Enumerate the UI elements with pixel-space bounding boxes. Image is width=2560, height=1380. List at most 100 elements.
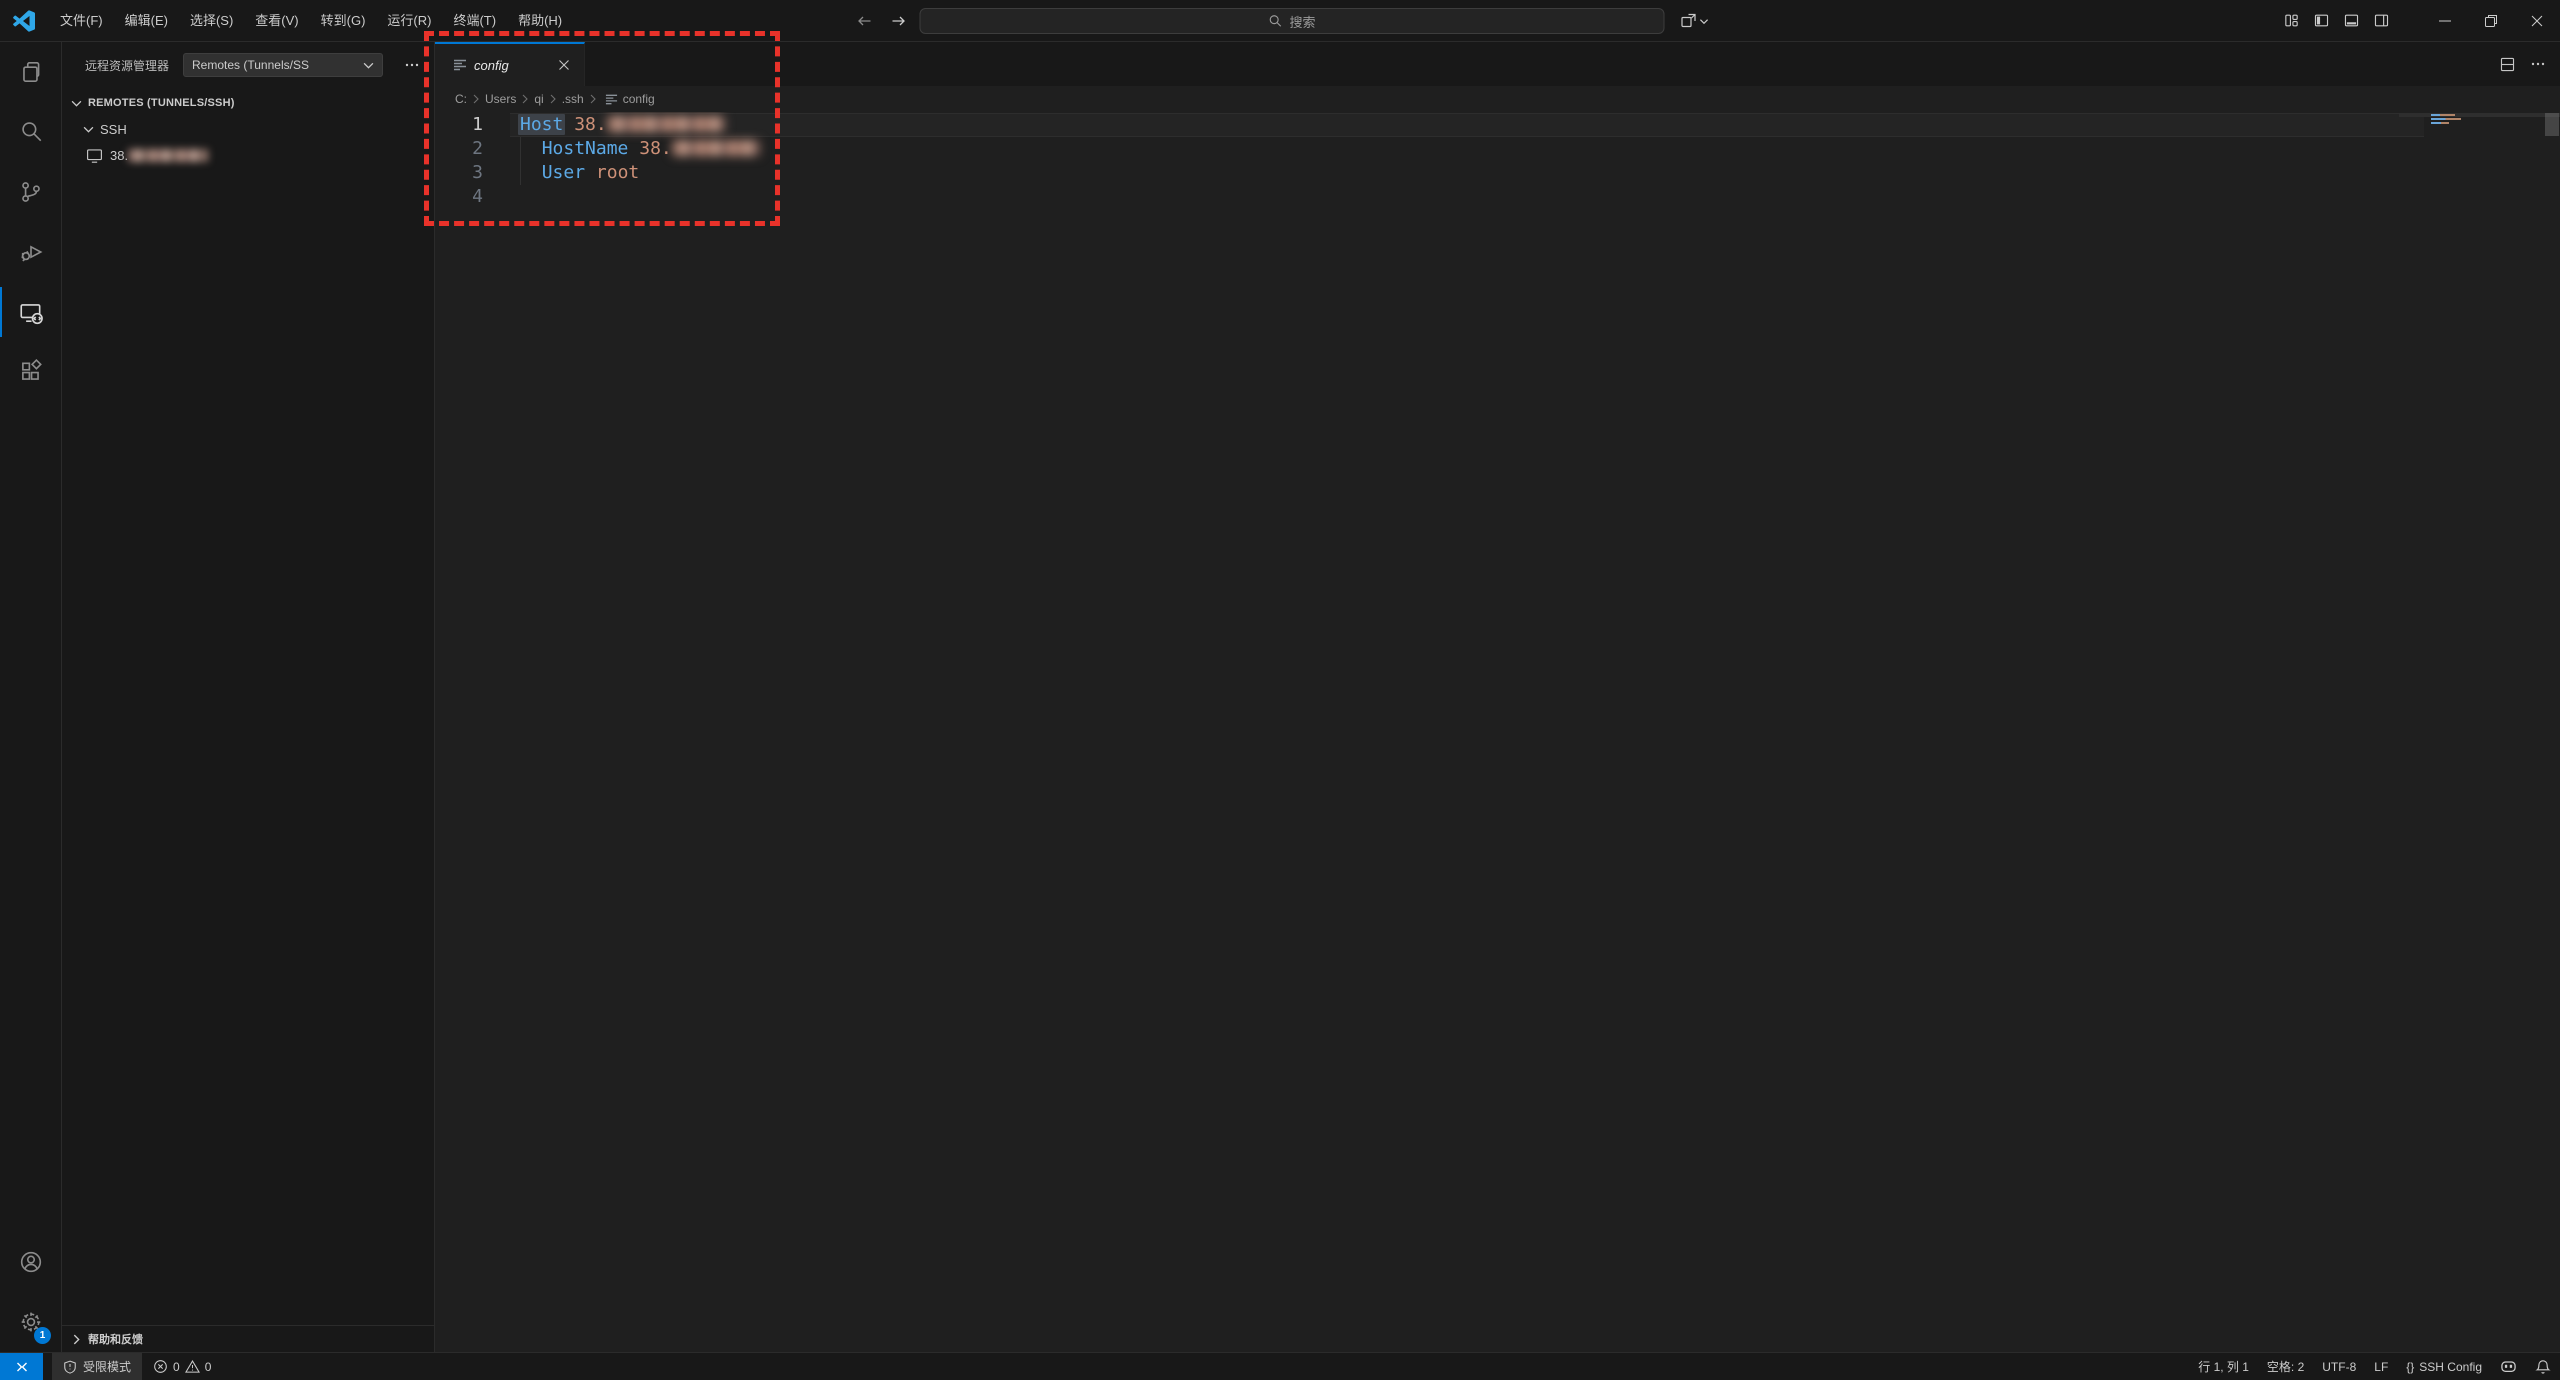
menu-file[interactable]: 文件(F) xyxy=(49,7,114,35)
toggle-primary-sidebar-icon[interactable] xyxy=(2306,7,2336,35)
chevron-right-icon xyxy=(520,94,530,104)
line-number: 1 xyxy=(435,113,483,137)
redacted-ip xyxy=(607,116,725,132)
redacted-host-ip xyxy=(128,149,208,162)
indentation-setting[interactable]: 空格: 2 xyxy=(2258,1353,2313,1380)
menu-view[interactable]: 查看(V) xyxy=(244,7,309,35)
minimize-button[interactable] xyxy=(2422,0,2468,42)
code-line-3: 3 User root xyxy=(435,161,2560,185)
redacted-ip xyxy=(672,140,760,156)
toggle-secondary-sidebar-icon[interactable] xyxy=(2366,7,2396,35)
tab-close-icon[interactable] xyxy=(554,55,574,75)
code-line-4: 4 xyxy=(435,185,2560,209)
vertical-scrollbar[interactable] xyxy=(2545,113,2559,136)
vm-monitor-icon xyxy=(86,147,103,164)
chevron-right-icon xyxy=(471,94,481,104)
activity-bar-bottom: 1 xyxy=(0,1232,61,1352)
search-view-icon[interactable] xyxy=(0,102,61,162)
account-icon[interactable] xyxy=(0,1232,61,1292)
split-editor-icon[interactable] xyxy=(2499,56,2516,73)
minimap-line xyxy=(2431,122,2449,124)
code-line-1: 1 Host 38. xyxy=(435,113,2560,137)
tab-config[interactable]: config xyxy=(435,42,585,86)
nav-forward-icon[interactable] xyxy=(886,8,912,34)
menu-go[interactable]: 转到(G) xyxy=(310,7,377,35)
problems-indicator[interactable]: 0 0 xyxy=(142,1353,222,1380)
search-input[interactable]: 搜索 xyxy=(920,8,1665,34)
tree-item-ssh-host[interactable]: 38. xyxy=(62,142,434,168)
search-placeholder: 搜索 xyxy=(1289,12,1315,31)
menu-help[interactable]: 帮助(H) xyxy=(507,7,573,35)
chevron-down-icon xyxy=(68,95,84,111)
config-file-icon xyxy=(605,93,618,106)
breadcrumb-drive[interactable]: C: xyxy=(455,92,467,106)
status-bar-right: 行 1, 列 1 空格: 2 UTF-8 LF {} SSH Config xyxy=(2189,1353,2560,1380)
chevron-right-icon xyxy=(588,94,598,104)
minimap-current-line xyxy=(2399,113,2560,117)
settings-gear-icon[interactable]: 1 xyxy=(0,1292,61,1352)
language-mode[interactable]: {} SSH Config xyxy=(2397,1353,2491,1380)
tree-item-ssh[interactable]: SSH xyxy=(62,116,434,142)
code-keyword: HostName xyxy=(542,138,629,159)
settings-badge: 1 xyxy=(34,1327,51,1344)
config-file-icon xyxy=(453,58,467,72)
customize-layout-icon[interactable] xyxy=(2276,7,2306,35)
source-control-icon[interactable] xyxy=(0,162,61,222)
line-number: 4 xyxy=(435,185,483,209)
encoding-setting[interactable]: UTF-8 xyxy=(2313,1353,2365,1380)
warning-count: 0 xyxy=(205,1360,212,1374)
code-value: 38. xyxy=(639,138,672,159)
tree-section-remotes[interactable]: REMOTES (TUNNELS/SSH) xyxy=(62,90,434,116)
help-feedback-section[interactable]: 帮助和反馈 xyxy=(62,1325,434,1352)
chevron-down-icon xyxy=(80,121,96,137)
toggle-panel-icon[interactable] xyxy=(2336,7,2366,35)
notifications-bell-icon[interactable] xyxy=(2526,1353,2560,1380)
code-value: 38. xyxy=(574,114,607,135)
remote-explorer-sidebar: 远程资源管理器 Remotes (Tunnels/SS REMOTES (TUN xyxy=(62,42,435,1352)
window-controls xyxy=(2422,0,2560,42)
eol-setting[interactable]: LF xyxy=(2365,1353,2397,1380)
extensions-icon[interactable] xyxy=(0,342,61,402)
chevron-right-icon xyxy=(548,94,558,104)
minimap-line xyxy=(2431,114,2455,116)
menu-edit[interactable]: 编辑(E) xyxy=(114,7,179,35)
breadcrumb-file[interactable]: config xyxy=(605,92,655,106)
multi-window-icon[interactable] xyxy=(1681,13,1709,29)
cursor-position[interactable]: 行 1, 列 1 xyxy=(2189,1353,2258,1380)
line-number: 2 xyxy=(435,137,483,161)
menu-run[interactable]: 运行(R) xyxy=(376,7,442,35)
remote-explorer-icon[interactable] xyxy=(0,282,61,342)
minimap[interactable] xyxy=(2423,112,2543,262)
warning-icon xyxy=(185,1359,200,1374)
menu-selection[interactable]: 选择(S) xyxy=(179,7,244,35)
close-button[interactable] xyxy=(2514,0,2560,42)
error-count: 0 xyxy=(173,1360,180,1374)
code-keyword: User xyxy=(542,162,585,183)
shield-icon xyxy=(63,1360,77,1374)
vscode-logo-icon xyxy=(13,10,35,32)
search-icon xyxy=(1268,14,1282,28)
explorer-icon[interactable] xyxy=(0,42,61,102)
titlebar-right xyxy=(2276,0,2560,41)
remote-type-dropdown[interactable]: Remotes (Tunnels/SS xyxy=(183,53,383,77)
restore-button[interactable] xyxy=(2468,0,2514,42)
command-center: 搜索 xyxy=(852,0,1709,42)
menu-terminal[interactable]: 终端(T) xyxy=(442,7,507,35)
remotes-tree: REMOTES (TUNNELS/SSH) SSH 38. xyxy=(62,88,434,1325)
code-line-2: 2 HostName 38. xyxy=(435,137,2560,161)
copilot-icon[interactable] xyxy=(2491,1353,2526,1380)
more-actions-icon[interactable] xyxy=(404,57,420,73)
code-editor[interactable]: 1 Host 38. 2 HostName 38. 3 User root 4 xyxy=(435,112,2560,1352)
run-debug-icon[interactable] xyxy=(0,222,61,282)
breadcrumb-ssh-dir[interactable]: .ssh xyxy=(562,92,584,106)
editor-actions xyxy=(2499,42,2560,86)
breadcrumb-user[interactable]: qi xyxy=(534,92,543,106)
chevron-down-icon xyxy=(363,60,374,71)
sidebar-header: 远程资源管理器 Remotes (Tunnels/SS xyxy=(62,42,434,88)
remote-indicator[interactable] xyxy=(0,1353,43,1380)
breadcrumb-users[interactable]: Users xyxy=(485,92,516,106)
restricted-mode-indicator[interactable]: 受限模式 xyxy=(52,1353,142,1380)
more-actions-icon[interactable] xyxy=(2530,56,2546,72)
host-ip-prefix: 38. xyxy=(110,148,128,163)
nav-back-icon[interactable] xyxy=(852,8,878,34)
